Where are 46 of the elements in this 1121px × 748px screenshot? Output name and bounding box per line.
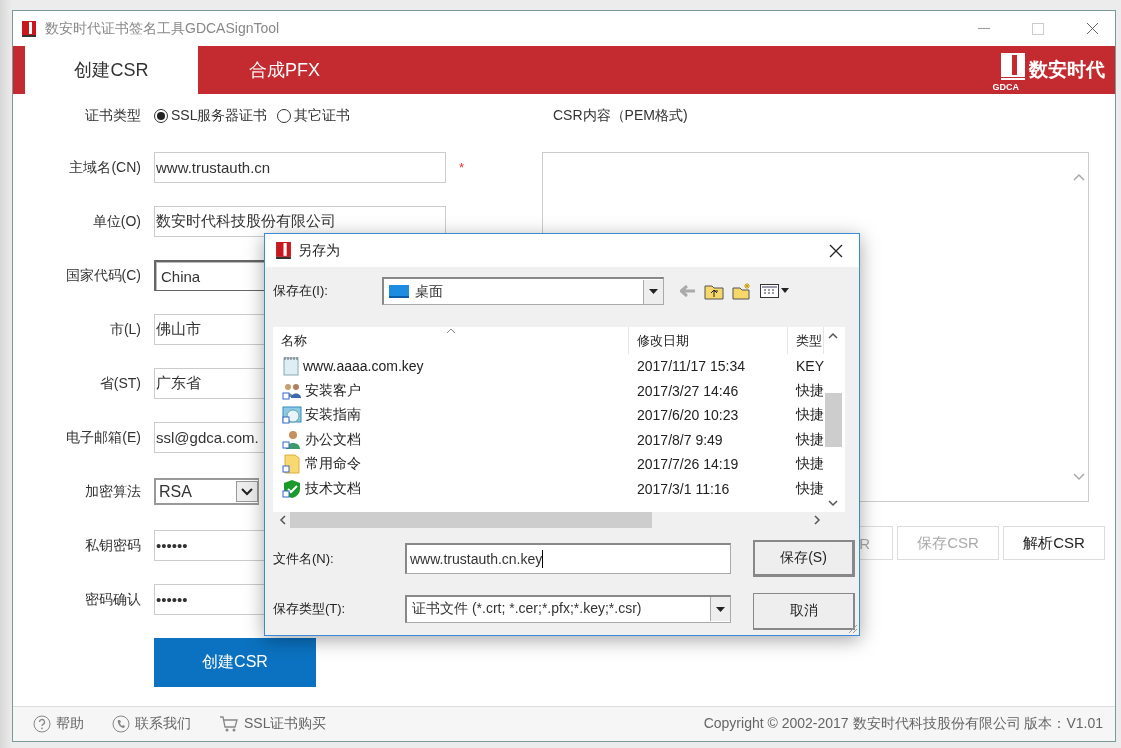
- field-label: 加密算法: [84, 482, 141, 501]
- field-label: 密码确认: [84, 590, 141, 609]
- file-type: 快捷: [794, 406, 824, 425]
- window-title: 数安时代证书签名工具GDCASignTool: [45, 19, 281, 38]
- file-name: 常用命令: [305, 455, 361, 474]
- dropdown-value: 证书文件 (*.crt; *.cer;*.pfx;*.key;*.csr): [412, 600, 643, 618]
- radio-label: 其它证书: [294, 107, 351, 125]
- file-name: 安装指南: [305, 406, 361, 425]
- required-mark: *: [459, 160, 466, 175]
- file-name: 技术文档: [305, 479, 361, 498]
- file-name: 办公文档: [305, 430, 361, 449]
- file-type: 快捷: [794, 381, 824, 400]
- field-value: www.trustauth.cn.key: [410, 551, 543, 567]
- file-type: 快捷: [794, 455, 824, 474]
- modified-date: 2017/3/27 14:46: [636, 382, 740, 399]
- modified-date: 2017/6/20 10:23: [636, 407, 740, 424]
- file-name: 安装客户: [305, 381, 361, 400]
- copyright-text: Copyright © 2002-2017 数安时代科技股份有限公司 版本：V1.01: [703, 715, 1103, 733]
- modified-date: 2017/3/1 11:16: [636, 480, 731, 497]
- brand-subtitle: GDCA: [992, 83, 1019, 92]
- brand-name: 数安时代: [1028, 58, 1105, 82]
- field-label: 主域名(CN): [68, 158, 141, 177]
- file-type: KEY: [795, 358, 824, 375]
- file-type: 快捷: [794, 430, 824, 449]
- field-label: 单位(O): [91, 212, 141, 231]
- link-text: 帮助: [56, 715, 84, 733]
- field-label: 电子邮箱(E): [65, 428, 141, 447]
- csr-label: CSR内容（PEM格式): [552, 106, 689, 125]
- modified-date: 2017/8/7 9:49: [636, 431, 724, 448]
- link-text: 联系我们: [135, 715, 191, 733]
- field-label: 证书类型: [84, 107, 141, 125]
- select-value: RSA: [159, 482, 192, 501]
- field-label: 私钥密码: [84, 536, 141, 555]
- field-label: 省(ST): [98, 374, 141, 393]
- field-label: 保存类型(T):: [273, 599, 347, 618]
- field-label: 市(L): [108, 320, 141, 339]
- modified-date: 2017/7/26 14:19: [636, 456, 740, 473]
- field-label: 保存在(I):: [273, 282, 329, 300]
- file-name: www.aaaa.com.key: [303, 358, 424, 375]
- link-text: SSL证书购买: [244, 715, 327, 733]
- file-type: 快捷: [794, 479, 824, 498]
- field-label: 国家代码(C): [64, 266, 141, 285]
- dialog-title: 另存为: [298, 241, 341, 260]
- dropdown-value: 桌面: [415, 282, 444, 301]
- modified-date: 2017/11/17 15:34: [636, 358, 746, 375]
- field-label: 文件名(N):: [273, 549, 335, 568]
